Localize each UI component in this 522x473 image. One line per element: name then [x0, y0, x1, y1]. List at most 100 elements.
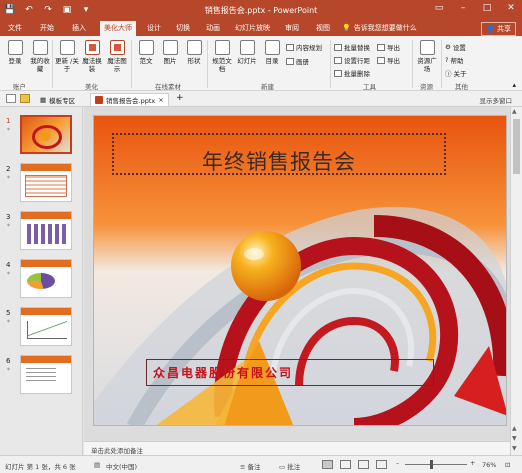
share-button[interactable]: 👤 共享 — [481, 22, 516, 36]
zoom-out-button[interactable]: – — [396, 459, 399, 467]
favorites-button[interactable]: 我的收藏 — [28, 40, 52, 73]
slide-thumbnail[interactable]: 3 * — [0, 211, 83, 257]
company-name[interactable]: 众昌电器股份有限公司 — [153, 364, 293, 381]
slide-thumbnail[interactable]: 6 * — [0, 355, 83, 401]
standard-doc-icon — [214, 40, 230, 55]
notes-pane[interactable]: 单击此处添加备注 — [84, 441, 510, 455]
slide-thumbnails-panel[interactable]: 1 * 2 * 3 * 4 * 5 * 6 * — [0, 107, 83, 455]
close-icon[interactable]: ✕ — [504, 3, 518, 13]
slide-thumbnail[interactable]: 4 * — [0, 259, 83, 305]
standard-doc-button[interactable]: 规范文档 — [210, 40, 234, 73]
export-button[interactable]: 导出 — [377, 42, 400, 52]
tab-template-zone[interactable]: ▦ 模板专区 — [36, 93, 79, 106]
toc-button[interactable]: 目录 — [260, 40, 284, 65]
help-button[interactable]: ? 帮助 — [445, 55, 463, 65]
scroll-up-icon[interactable]: ▲ — [512, 108, 517, 115]
batch-replace-button[interactable]: 批量替换 — [334, 42, 370, 52]
notes-toggle[interactable]: ≡ 备注 — [240, 461, 261, 471]
tab-home[interactable]: 开始 — [40, 23, 54, 33]
zoom-level[interactable]: 76% — [482, 461, 496, 469]
slide-thumbnail[interactable]: 5 * — [0, 307, 83, 353]
table-graphic — [25, 175, 67, 197]
shape-button[interactable]: 形状 — [182, 40, 206, 65]
slide-star: * — [7, 175, 10, 182]
magic-outfit-icon — [84, 40, 100, 55]
star-icon — [32, 40, 48, 55]
close-tab-icon[interactable]: × — [158, 96, 163, 104]
zoom-slider[interactable] — [405, 464, 467, 465]
minimize-icon[interactable]: – — [456, 3, 470, 13]
tab-beautify[interactable]: 美化大师 — [100, 21, 136, 36]
tab-slideshow[interactable]: 幻灯片放映 — [235, 23, 270, 33]
update-button[interactable]: 更新 /关于 — [55, 40, 79, 73]
slide-thumbnail[interactable]: 2 * — [0, 163, 83, 209]
maximize-icon[interactable]: □ — [480, 3, 494, 13]
show-more-windows[interactable]: 显示多窗口 — [480, 95, 513, 105]
scrollbar-thumb[interactable] — [513, 119, 520, 174]
tell-me-search[interactable]: 💡 告诉我您想要做什么 — [342, 23, 417, 33]
zoom-in-button[interactable]: + — [470, 459, 475, 467]
tab-file[interactable]: 文件 — [8, 23, 22, 33]
scroll-down-double-icon[interactable]: ▼ — [512, 435, 517, 442]
vertical-scrollbar[interactable]: ▲ ▲ ▼ ▼ — [510, 107, 522, 455]
comments-toggle[interactable]: ▭ 批注 — [279, 461, 300, 471]
line-spacing-label: 设置行距 — [344, 57, 370, 65]
export-dropdown[interactable]: 导出 — [377, 55, 400, 65]
slide-star: * — [7, 223, 10, 230]
help-label: 帮助 — [450, 57, 464, 65]
tab-insert[interactable]: 插入 — [72, 23, 86, 33]
tab-review[interactable]: 审阅 — [285, 23, 299, 33]
spellcheck-icon[interactable]: ▤ — [94, 461, 100, 469]
toc-label: 目录 — [265, 57, 279, 65]
normal-view-button[interactable] — [322, 460, 333, 469]
template-text-button[interactable]: 范文 — [134, 40, 158, 65]
resource-square-button[interactable]: 资源广场 — [415, 40, 439, 73]
album-button[interactable]: 画册 — [286, 56, 309, 66]
slide-icon — [239, 40, 255, 55]
slide-preview — [20, 211, 72, 250]
slide-title[interactable]: 年终销售报告会 — [112, 146, 446, 176]
fit-to-window-icon[interactable]: ⊡ — [505, 461, 510, 469]
tab-view[interactable]: 视图 — [316, 23, 330, 33]
tab-animations[interactable]: 动画 — [206, 23, 220, 33]
collapse-ribbon-icon[interactable]: ▴ — [512, 81, 516, 89]
notes-toggle-label: 备注 — [247, 463, 261, 471]
tab-current-file[interactable]: 销售报告会.pptx × — [90, 93, 169, 106]
language-indicator[interactable]: 中文(中国) — [106, 461, 137, 471]
slide-counter: 幻灯片 第 1 张，共 6 张 — [5, 463, 76, 471]
sphere-graphic — [40, 130, 51, 141]
batch-replace-label: 批量替换 — [344, 44, 370, 52]
tab-design[interactable]: 设计 — [147, 23, 161, 33]
about-button[interactable]: ⓘ 关于 — [445, 68, 467, 78]
new-slide-button[interactable]: 幻灯片 — [235, 40, 259, 65]
tab-transitions[interactable]: 切换 — [176, 23, 190, 33]
picture-button[interactable]: 图片 — [158, 40, 182, 65]
line-spacing-button[interactable]: 设置行距 — [334, 55, 370, 65]
settings-button[interactable]: ⚙ 设置 — [445, 42, 466, 52]
template-zone-label: 模板专区 — [49, 96, 76, 105]
zoom-slider-thumb[interactable] — [430, 460, 433, 469]
magic-diagram-button[interactable]: 魔法图示 — [105, 40, 129, 73]
slide-preview — [20, 307, 72, 346]
scroll-up-double-icon[interactable]: ▲ — [512, 425, 517, 432]
folder-icon[interactable] — [20, 94, 30, 103]
scroll-down-icon[interactable]: ▼ — [512, 445, 517, 452]
login-button[interactable]: 登录 — [3, 40, 27, 65]
album-label: 画册 — [296, 58, 309, 66]
magic-outfit-button[interactable]: 魔法换装 — [80, 40, 104, 73]
picture-label: 图片 — [163, 57, 177, 65]
group-label-other: 其他 — [455, 83, 468, 91]
resource-square-label: 资源广场 — [417, 57, 437, 73]
slide-thumbnail[interactable]: 1 * — [0, 115, 83, 161]
settings-label: 设置 — [452, 44, 466, 52]
reading-view-button[interactable] — [358, 460, 369, 469]
new-file-icon[interactable] — [6, 94, 16, 103]
batch-delete-button[interactable]: 批量删除 — [334, 68, 370, 78]
slideshow-button[interactable] — [376, 460, 387, 469]
content-plan-button[interactable]: 内容规划 — [286, 42, 322, 52]
document-tab-strip: ▦ 模板专区 销售报告会.pptx × + 显示多窗口 — [0, 91, 522, 107]
add-tab-button[interactable]: + — [176, 93, 184, 103]
header-band — [21, 356, 71, 363]
ribbon-display-icon[interactable]: ▭ — [432, 3, 446, 13]
slide-sorter-button[interactable] — [340, 460, 351, 469]
